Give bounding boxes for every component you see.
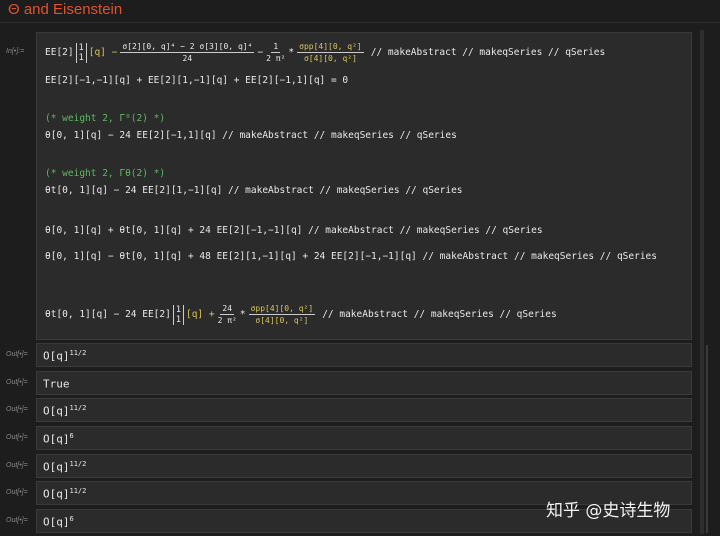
output-exponent: 11/2: [69, 349, 87, 357]
cell-bracket[interactable]: [700, 30, 704, 534]
output-value: True: [43, 377, 70, 391]
output-text: O[q]11/2: [43, 404, 86, 418]
code-text: // makeAbstract // makeqSeries // qSerie…: [370, 47, 606, 58]
watermark: 知乎 @史诗生物: [546, 501, 671, 521]
input-line-5: θ[0, 1][q] + θt[0, 1][q] + 24 EE[2][−1,−…: [45, 225, 543, 236]
output-value: O[q]: [43, 404, 70, 418]
notebook-section-title: Θ and Eisenstein: [8, 1, 123, 18]
output-label: Out[•]=: [6, 351, 28, 358]
code-text: [q] −: [88, 47, 118, 58]
fraction: 24 2 π²: [217, 304, 237, 325]
input-line-1: EE[2] 11 [q] − σ[2][0, q]⁴ − 2 σ[3][0, q…: [45, 42, 606, 63]
output-exponent: 6: [69, 515, 74, 523]
output-exponent: 11/2: [69, 487, 87, 495]
input-line-7: θt[0, 1][q] − 24 EE[2] 11 [q] + 24 2 π² *…: [45, 304, 557, 325]
output-cell[interactable]: O[q]11/2: [36, 454, 692, 478]
output-text: True: [43, 377, 70, 391]
output-cell[interactable]: O[q]11/2: [36, 343, 692, 367]
output-text: O[q]11/2: [43, 460, 86, 474]
comment-line: (* weight 2, Γ⁰(2) *): [45, 113, 166, 124]
output-text: O[q]6: [43, 515, 74, 529]
output-value: O[q]: [43, 432, 70, 446]
output-label: Out[•]=: [6, 406, 28, 413]
output-value: O[q]: [43, 515, 70, 529]
output-text: O[q]6: [43, 432, 74, 446]
input-line-6: θ[0, 1][q] − θt[0, 1][q] + 48 EE[2][1,−1…: [45, 251, 657, 262]
comment-line: (* weight 2, Γθ(2) *): [45, 168, 166, 179]
output-value: O[q]: [43, 460, 70, 474]
input-cell[interactable]: EE[2] 11 [q] − σ[2][0, q]⁴ − 2 σ[3][0, q…: [36, 32, 692, 340]
output-cell[interactable]: True: [36, 371, 692, 395]
output-label: Out[•]=: [6, 379, 28, 386]
fraction: 12 π²: [266, 42, 286, 63]
output-label: Out[•]=: [6, 517, 28, 524]
fraction: σpp[4][0, q²] σ[4][0, q²]: [248, 304, 316, 325]
input-label: In[•]:=: [6, 48, 25, 55]
output-exponent: 11/2: [69, 460, 87, 468]
section-divider: [0, 22, 720, 23]
code-text: [q] +: [185, 309, 215, 320]
output-value: O[q]: [43, 487, 70, 501]
output-text: O[q]11/2: [43, 487, 86, 501]
code-text: θt[0, 1][q] − 24 EE[2]: [45, 309, 171, 320]
output-exponent: 6: [69, 432, 74, 440]
output-label: Out[•]=: [6, 489, 28, 496]
output-bracket[interactable]: [706, 345, 708, 533]
output-cell[interactable]: O[q]6: [36, 426, 692, 450]
output-text: O[q]11/2: [43, 349, 86, 363]
input-line-3: θ[0, 1][q] − 24 EE[2][−1,1][q] // makeAb…: [45, 130, 457, 141]
input-line-4: θt[0, 1][q] − 24 EE[2][1,−1][q] // makeA…: [45, 185, 463, 196]
fraction: σpp[4][0, q²] σ[4][0, q²]: [297, 42, 364, 63]
input-line-2: EE[2][−1,−1][q] + EE[2][1,−1][q] + EE[2]…: [45, 75, 349, 86]
output-cell[interactable]: O[q]11/2: [36, 398, 692, 422]
code-text: // makeAbstract // makeqSeries // qSerie…: [322, 309, 557, 320]
output-label: Out[•]=: [6, 434, 28, 441]
output-label: Out[•]=: [6, 462, 28, 469]
code-text: EE[2]: [45, 47, 74, 58]
output-value: O[q]: [43, 349, 70, 363]
matrix: 11: [75, 42, 87, 63]
output-exponent: 11/2: [69, 404, 87, 412]
matrix: 11: [172, 304, 184, 325]
fraction: σ[2][0, q]⁴ − 2 σ[3][0, q]⁴ 24: [120, 42, 255, 63]
